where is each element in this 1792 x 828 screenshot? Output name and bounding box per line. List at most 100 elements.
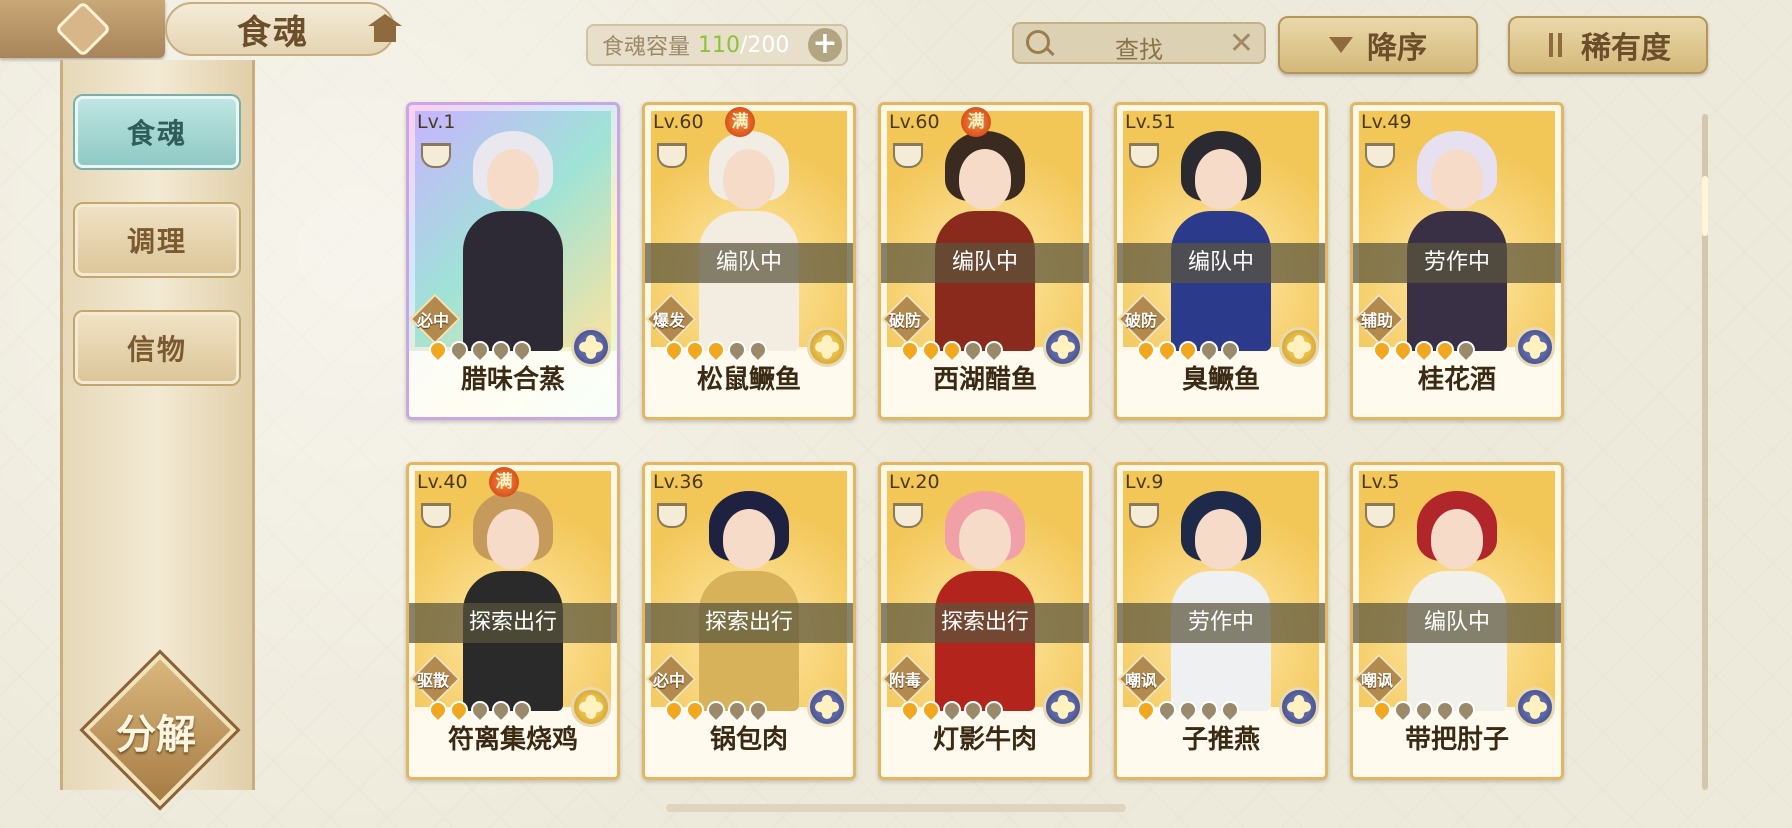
- food-soul-card[interactable]: Lv.49 劳作中 辅助 桂花酒: [1350, 102, 1564, 420]
- bowl-icon: [1129, 143, 1159, 168]
- capacity-current: 110: [698, 32, 741, 58]
- element-emblem-icon: [1043, 687, 1083, 727]
- flame-star-icon: [1390, 337, 1416, 363]
- clear-search-icon[interactable]: ✕: [1229, 26, 1254, 61]
- star-rating: [425, 697, 535, 723]
- role-badge: 破防: [1117, 293, 1169, 345]
- page-title: 食魂: [237, 12, 309, 53]
- flame-star-icon: [488, 697, 514, 723]
- food-soul-card[interactable]: Lv.60 满编队中 爆发 松鼠鳜鱼: [642, 102, 856, 420]
- tab-food-souls[interactable]: 食魂: [75, 96, 239, 168]
- food-soul-card[interactable]: Lv.9 劳作中 嘲讽 子推燕: [1114, 462, 1328, 780]
- food-soul-card[interactable]: Lv.20 探索出行 附毒 灯影牛肉: [878, 462, 1092, 780]
- status-band: 编队中: [645, 243, 853, 283]
- star-rating: [897, 337, 1007, 363]
- element-emblem-icon: [1043, 327, 1083, 367]
- capacity-max: /200: [740, 32, 790, 58]
- flame-star-icon: [724, 697, 750, 723]
- element-emblem-icon: [1515, 687, 1555, 727]
- role-badge: 必中: [409, 293, 461, 345]
- role-badge: 附毒: [881, 653, 933, 705]
- decompose-label: 分解: [116, 711, 196, 758]
- flame-star-icon: [1217, 697, 1243, 723]
- star-rating: [661, 697, 771, 723]
- flame-star-icon: [509, 337, 535, 363]
- tab-tokens[interactable]: 信物: [75, 312, 239, 384]
- role-label: 破防: [1124, 311, 1157, 330]
- flame-star-icon: [1133, 337, 1159, 363]
- flame-star-icon: [1411, 337, 1437, 363]
- flame-star-icon: [1175, 337, 1201, 363]
- flame-star-icon: [425, 697, 451, 723]
- flame-star-icon: [1154, 697, 1180, 723]
- horizontal-scroll-indicator: [666, 804, 1126, 812]
- decompose-button[interactable]: 分解: [83, 653, 237, 807]
- flame-star-icon: [1369, 337, 1395, 363]
- star-rating: [1369, 697, 1479, 723]
- star-rating: [661, 337, 771, 363]
- role-label: 必中: [416, 311, 449, 330]
- role-label: 驱散: [416, 671, 449, 690]
- food-soul-card[interactable]: Lv.40 满探索出行 驱散 符离集烧鸡: [406, 462, 620, 780]
- flame-star-icon: [661, 697, 687, 723]
- expand-capacity-button[interactable]: +: [808, 28, 842, 62]
- flame-star-icon: [446, 337, 472, 363]
- star-rating: [425, 337, 535, 363]
- role-badge: 必中: [645, 653, 697, 705]
- flame-star-icon: [467, 697, 493, 723]
- flame-star-icon: [960, 697, 986, 723]
- flame-star-icon: [1133, 697, 1159, 723]
- food-soul-card[interactable]: Lv.5 编队中 嘲讽 带把肘子: [1350, 462, 1564, 780]
- role-badge: 嘲讽: [1353, 653, 1405, 705]
- level-label: Lv.9: [1125, 471, 1164, 493]
- food-soul-card[interactable]: Lv.51 编队中 破防 臭鳜鱼: [1114, 102, 1328, 420]
- search-placeholder: 查找: [1115, 36, 1163, 64]
- capacity-bar: 食魂容量 110 /200 +: [586, 24, 848, 66]
- home-pavilion-icon[interactable]: [368, 14, 402, 44]
- flame-star-icon: [981, 697, 1007, 723]
- element-emblem-icon: [807, 687, 847, 727]
- level-label: Lv.20: [889, 471, 940, 493]
- role-label: 必中: [652, 671, 685, 690]
- food-soul-card[interactable]: Lv.60 满编队中 破防 西湖醋鱼: [878, 102, 1092, 420]
- scrollbar-thumb[interactable]: [1702, 176, 1708, 236]
- role-badge: 破防: [881, 293, 933, 345]
- capacity-label: 食魂容量: [602, 35, 691, 60]
- flame-star-icon: [467, 337, 493, 363]
- status-band: 探索出行: [645, 603, 853, 643]
- status-band: 编队中: [881, 243, 1089, 283]
- flame-star-icon: [918, 337, 944, 363]
- status-band: 编队中: [1353, 603, 1561, 643]
- role-badge: 嘲讽: [1117, 653, 1169, 705]
- sort-order-button[interactable]: 降序: [1278, 16, 1478, 74]
- role-label: 辅助: [1360, 311, 1393, 330]
- sort-bars-icon: [1545, 33, 1567, 57]
- star-rating: [1369, 337, 1479, 363]
- bowl-icon: [893, 503, 923, 528]
- rarity-sort-button[interactable]: 稀有度: [1508, 16, 1708, 74]
- flame-star-icon: [939, 337, 965, 363]
- flame-star-icon: [745, 337, 771, 363]
- flame-star-icon: [509, 697, 535, 723]
- food-soul-card[interactable]: Lv.36 探索出行 必中 锅包肉: [642, 462, 856, 780]
- back-button[interactable]: [0, 0, 165, 58]
- bowl-icon: [1365, 503, 1395, 528]
- star-rating: [1133, 697, 1243, 723]
- search-input[interactable]: 查找 ✕: [1012, 22, 1266, 64]
- flame-star-icon: [1453, 697, 1479, 723]
- status-band: 探索出行: [409, 603, 617, 643]
- tab-cooking[interactable]: 调理: [75, 204, 239, 276]
- flame-star-icon: [1154, 337, 1180, 363]
- bowl-icon: [657, 503, 687, 528]
- role-label: 嘲讽: [1124, 671, 1157, 690]
- food-soul-card[interactable]: Lv.1 必中 腊味合蒸: [406, 102, 620, 420]
- element-emblem-icon: [571, 687, 611, 727]
- flame-star-icon: [1453, 337, 1479, 363]
- flame-star-icon: [1196, 337, 1222, 363]
- flame-star-icon: [981, 337, 1007, 363]
- flame-star-icon: [703, 337, 729, 363]
- element-emblem-icon: [571, 327, 611, 367]
- role-label: 爆发: [652, 311, 685, 330]
- level-label: Lv.5: [1361, 471, 1400, 493]
- flame-star-icon: [703, 697, 729, 723]
